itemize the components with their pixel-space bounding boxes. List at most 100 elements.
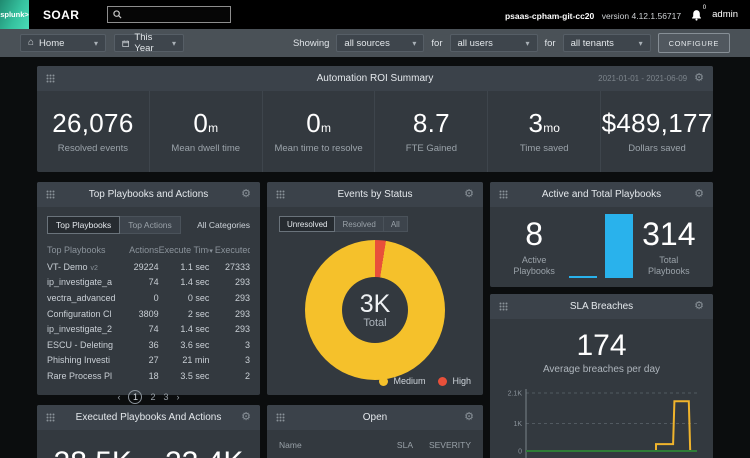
panel-title: Top Playbooks and Actions [37, 189, 260, 200]
table-row[interactable]: VT- Demov2292241.1 sec27333 [47, 259, 250, 275]
executed-panel-header: Executed Playbooks And Actions ⚙ [37, 405, 260, 430]
svg-text:1K: 1K [513, 421, 522, 428]
panel-title: SLA Breaches [490, 301, 713, 312]
total-playbooks-stat: 314 Total Playbooks [640, 218, 698, 278]
instance-name: psaas-cpham-git-cc20 [505, 11, 594, 21]
tenant-filter-value: all tenants [571, 38, 614, 49]
chevron-down-icon: ▾ [525, 39, 529, 48]
gear-icon[interactable]: ⚙ [694, 301, 704, 312]
active-panel-header: Active and Total Playbooks ⚙ [490, 182, 713, 207]
prev-page-button[interactable]: ‹ [117, 392, 120, 402]
table-row[interactable]: Phishing Investi2721 min3 [47, 353, 250, 369]
filter-toolbar: ⌂ Home ▾ This Year ▾ Showing all sources… [0, 29, 750, 57]
table-row[interactable]: vectra_advanced00 sec293 [47, 290, 250, 306]
stat-unit: m [321, 121, 331, 135]
table-row[interactable]: ESCU - Deleting363.6 sec3 [47, 337, 250, 353]
svg-text:2.1K: 2.1K [508, 391, 523, 398]
user-menu[interactable]: admin [712, 9, 738, 20]
pagination: ‹ 1 2 3 › [47, 390, 250, 404]
stat-dollars-saved: $489,177 Dollars saved [600, 91, 713, 172]
gear-icon[interactable]: ⚙ [694, 189, 704, 200]
stat-fte-gained: 8.7 FTE Gained [374, 91, 487, 172]
drag-handle-icon[interactable] [46, 74, 55, 83]
active-playbooks-value: 8 [525, 218, 543, 250]
gear-icon[interactable]: ⚙ [241, 412, 251, 423]
tab-resolved[interactable]: Resolved [335, 216, 383, 232]
tab-top-actions[interactable]: Top Actions [120, 216, 180, 234]
home-dropdown[interactable]: ⌂ Home ▾ [20, 34, 106, 52]
chevron-down-icon: ▾ [412, 39, 416, 48]
chevron-down-icon: ▾ [94, 39, 98, 48]
table-row[interactable]: Rare Process Pl183.5 sec2 [47, 368, 250, 384]
drag-handle-icon[interactable] [46, 413, 55, 422]
col-header-executed[interactable]: ▾Executed [209, 243, 250, 259]
sla-chart-svg[interactable]: 2.1K1K0 [500, 383, 703, 458]
home-icon: ⌂ [28, 38, 34, 48]
col-header-severity[interactable]: SEVERITY [413, 440, 471, 450]
events-panel-header: Events by Status ⚙ [267, 182, 483, 207]
stat-mean-time-to-resolve: 0m Mean time to resolve [262, 91, 375, 172]
panel-title: Events by Status [267, 189, 483, 200]
search-input[interactable] [126, 10, 225, 20]
legend-item-medium[interactable]: Medium [379, 376, 425, 386]
date-range-label: 2021-01-01 - 2021-06-09 [598, 74, 687, 83]
splunk-logo-text: splunk> [0, 10, 29, 19]
page-3-button[interactable]: 3 [164, 392, 169, 402]
page-2-button[interactable]: 2 [150, 392, 155, 402]
drag-handle-icon[interactable] [499, 190, 508, 199]
gear-icon[interactable]: ⚙ [694, 73, 704, 84]
product-name: SOAR [43, 8, 79, 22]
notifications-button[interactable]: 0 [691, 9, 702, 21]
legend-dot [379, 377, 388, 386]
source-filter-select[interactable]: all sources ▾ [336, 34, 424, 52]
next-page-button[interactable]: › [177, 392, 180, 402]
total-playbooks-value: 314 [642, 218, 695, 250]
legend-dot [438, 377, 447, 386]
tenant-filter-select[interactable]: all tenants ▾ [563, 34, 651, 52]
configure-button[interactable]: CONFIGURE [658, 33, 730, 53]
category-filter[interactable]: All Categories [197, 220, 250, 230]
roi-stats-row: 26,076 Resolved events 0m Mean dwell tim… [37, 91, 713, 172]
stat-value: 3 [529, 108, 544, 138]
page-1-button[interactable]: 1 [128, 390, 142, 404]
source-filter-value: all sources [344, 38, 389, 49]
top-right-group: psaas-cpham-git-cc20 version 4.12.1.5671… [505, 6, 738, 24]
playbook-bar[interactable] [569, 276, 597, 278]
stat-resolved-events: 26,076 Resolved events [37, 91, 149, 172]
col-header-name[interactable]: Name [279, 440, 369, 450]
table-row[interactable]: ip_investigate_a741.4 sec293 [47, 275, 250, 291]
drag-handle-icon[interactable] [499, 302, 508, 311]
col-header-name[interactable]: Top Playbooks [47, 243, 122, 259]
playbook-bar[interactable] [605, 214, 633, 278]
events-donut-ring[interactable]: 3K Total [305, 240, 445, 380]
splunk-logo[interactable]: splunk> [0, 0, 29, 29]
time-range-dropdown[interactable]: This Year ▾ [114, 34, 184, 52]
roi-panel-header: Automation ROI Summary 2021-01-01 - 2021… [37, 66, 713, 91]
active-playbooks-stat: 8 Active Playbooks [505, 218, 563, 278]
global-search[interactable] [107, 6, 231, 23]
events-by-status-panel: Events by Status ⚙ Unresolved Resolved A… [267, 182, 483, 395]
gear-icon[interactable]: ⚙ [241, 189, 251, 200]
calendar-icon [122, 39, 129, 48]
table-row[interactable]: Configuration Cl38092 sec293 [47, 306, 250, 322]
legend-item-high[interactable]: High [438, 376, 471, 386]
user-filter-select[interactable]: all users ▾ [450, 34, 538, 52]
tab-top-playbooks[interactable]: Top Playbooks [47, 216, 120, 234]
playbooks-table: Top Playbooks Actions Execute Time ▾Exec… [47, 243, 250, 384]
playbooks-bar-chart [569, 214, 633, 278]
table-row[interactable]: ip_investigate_2741.4 sec293 [47, 321, 250, 337]
search-icon [113, 10, 122, 19]
drag-handle-icon[interactable] [276, 413, 285, 422]
tab-unresolved[interactable]: Unresolved [279, 216, 335, 232]
tab-all[interactable]: All [384, 216, 408, 232]
col-header-sla[interactable]: SLA [369, 440, 413, 450]
col-header-actions[interactable]: Actions [122, 243, 159, 259]
stat-value: $489,177 [602, 108, 713, 138]
drag-handle-icon[interactable] [46, 190, 55, 199]
stat-value: 0 [306, 108, 321, 138]
col-header-execute-time[interactable]: Execute Time [159, 243, 210, 259]
gear-icon[interactable]: ⚙ [464, 189, 474, 200]
gear-icon[interactable]: ⚙ [464, 412, 474, 423]
notification-badge: 0 [703, 5, 706, 11]
drag-handle-icon[interactable] [276, 190, 285, 199]
